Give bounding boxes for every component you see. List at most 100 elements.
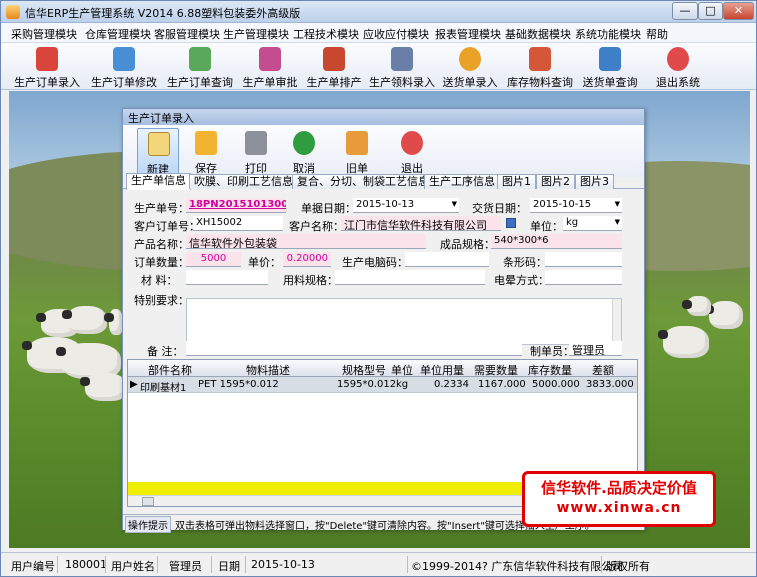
toolbar-order-edit-button[interactable]: 生产订单修改 <box>87 45 161 89</box>
col-spec[interactable]: 规格型号 <box>338 362 390 378</box>
memo-scrollbar[interactable] <box>612 299 621 344</box>
divider <box>601 556 602 573</box>
toolbar-delivery-entry-button[interactable]: 送货单录入 <box>439 45 501 89</box>
toolbar-exit-button[interactable]: 退出系统 <box>651 45 705 89</box>
maximize-button[interactable]: □ <box>698 2 723 20</box>
mat-spec-label: 用料规格： <box>283 274 338 287</box>
remark-field[interactable] <box>186 341 522 356</box>
doc-date-label: 单据日期： <box>301 202 356 215</box>
tab-order-info[interactable]: 生产单信息 <box>126 173 191 190</box>
barcode-field[interactable] <box>545 252 622 267</box>
col-stock[interactable]: 库存数量 <box>524 362 576 378</box>
pc-code-field[interactable] <box>405 252 489 267</box>
unit-select[interactable]: kg <box>563 216 622 231</box>
cust-name-label: 客户名称： <box>289 220 344 233</box>
menu-warehouse[interactable]: 仓库管理模块 <box>85 26 151 42</box>
toolbar-material-pick-button[interactable]: 生产领料录入 <box>367 45 437 89</box>
toolbar-label: 送货单查询 <box>582 76 638 89</box>
cell-spec[interactable]: 1595*0.012 <box>337 379 396 390</box>
save-button[interactable]: 保存 <box>185 128 227 175</box>
tab-image1[interactable]: 图片1 <box>497 174 536 189</box>
qty-label: 订单数量： <box>134 256 189 269</box>
cust-order-field[interactable]: XH15002 <box>193 216 283 231</box>
stamp-url: www.xinwa.cn <box>556 500 682 516</box>
order-no-field[interactable]: 18PN20151013001 <box>186 198 286 213</box>
price-field[interactable]: 0.20000 <box>283 252 331 267</box>
toolbar-delivery-query-button[interactable]: 送货单查询 <box>579 45 641 89</box>
menu-service[interactable]: 客服管理模块 <box>154 26 220 42</box>
close-button[interactable]: ✕ <box>723 2 754 20</box>
old-order-button[interactable]: 旧单 <box>336 128 378 175</box>
sheep <box>62 306 107 334</box>
special-textarea[interactable] <box>186 298 622 345</box>
tab-laminate-cut-bag[interactable]: 复合、分切、制袋工艺信息 <box>292 174 434 189</box>
qty-field[interactable]: 5000 <box>186 252 241 267</box>
tab-strip: 生产单信息 吹膜、印刷工艺信息 复合、分切、制袋工艺信息 生产工序信息 图片1 … <box>123 173 644 190</box>
exit-button[interactable]: 退出 <box>391 128 433 175</box>
cell-desc[interactable]: PET 1595*0.012 <box>198 379 279 390</box>
tab-process[interactable]: 生产工序信息 <box>424 174 500 189</box>
toolbar-label: 生产订单修改 <box>91 76 157 89</box>
product-field[interactable]: 信华软件外包装袋 <box>186 234 426 249</box>
minimize-button[interactable]: — <box>672 2 698 20</box>
divider <box>211 556 212 573</box>
tab-film-print[interactable]: 吹膜、印刷工艺信息 <box>189 174 298 189</box>
maker-label: 制单员： <box>530 345 574 358</box>
menu-purchase[interactable]: 采购管理模块 <box>11 26 77 42</box>
delivery-date-field[interactable]: 2015-10-15 <box>530 198 622 213</box>
col-part[interactable]: 部件名称 <box>144 362 196 378</box>
title-bar: 信华ERP生产管理系统 V2014 6.88塑料包装委外高级版 — □ ✕ <box>1 1 756 23</box>
col-diff[interactable]: 差额 <box>578 362 628 378</box>
customer-lookup-icon[interactable] <box>506 218 516 228</box>
new-button[interactable]: 新建 <box>137 128 179 176</box>
stack-field[interactable] <box>545 270 622 285</box>
divider <box>157 556 158 573</box>
menu-help[interactable]: 帮助 <box>646 26 668 42</box>
col-unit[interactable]: 单位 <box>390 362 414 378</box>
status-bar: 用户编号 180001 用户姓名 管理员 日期 2015-10-13 ©1999… <box>1 552 756 576</box>
cell-stock[interactable]: 5000.000 <box>532 379 580 390</box>
user-name-label: 用户姓名 <box>111 560 155 573</box>
spec-field[interactable]: 540*300*6 <box>491 234 622 249</box>
material-field[interactable] <box>186 270 268 285</box>
col-need[interactable]: 需要数量 <box>470 362 522 378</box>
mat-spec-field[interactable] <box>335 270 485 285</box>
cell-diff[interactable]: 3833.000 <box>586 379 634 390</box>
row-marker-icon: ▶ <box>130 379 138 390</box>
cell-need[interactable]: 1167.000 <box>478 379 526 390</box>
tab-image2[interactable]: 图片2 <box>536 174 575 189</box>
toolbar-order-query-button[interactable]: 生产订单查询 <box>162 45 238 89</box>
print-button[interactable]: 打印 <box>235 128 277 175</box>
toolbar-approve-button[interactable]: 生产单审批 <box>239 45 301 89</box>
col-usage[interactable]: 单位用量 <box>416 362 468 378</box>
exit-icon <box>401 131 423 155</box>
delivery-query-icon <box>599 47 621 71</box>
table-row[interactable]: ▶ 印刷基材1 PET 1595*0.012 1595*0.012 kg 0.2… <box>128 377 637 394</box>
tab-image3[interactable]: 图片3 <box>575 174 614 189</box>
cust-name-field[interactable]: 江门市信华软件科技有限公司 <box>341 216 501 231</box>
window-title: 信华ERP生产管理系统 V2014 6.88塑料包装委外高级版 <box>25 7 301 20</box>
menu-basedata[interactable]: 基础数据模块 <box>505 26 571 42</box>
barcode-label: 条形码： <box>503 256 547 269</box>
delivery-date-label: 交货日期： <box>472 202 527 215</box>
toolbar-stock-query-button[interactable]: 库存物料查询 <box>504 45 576 89</box>
cell-usage[interactable]: 0.2334 <box>434 379 469 390</box>
doc-date-field[interactable]: 2015-10-13 <box>353 198 459 213</box>
menu-receivable[interactable]: 应收应付模块 <box>363 26 429 42</box>
feather-icon <box>529 47 551 71</box>
cancel-button[interactable]: 取消 <box>283 128 325 175</box>
menu-report[interactable]: 报表管理模块 <box>435 26 501 42</box>
menu-system[interactable]: 系统功能模块 <box>575 26 641 42</box>
col-desc[interactable]: 物料描述 <box>200 362 336 378</box>
pen-edit-icon <box>113 47 135 71</box>
toolbar-order-entry-button[interactable]: 生产订单录入 <box>9 45 85 89</box>
toolbar-schedule-button[interactable]: 生产单排产 <box>303 45 365 89</box>
scroll-thumb[interactable] <box>142 497 154 506</box>
menu-engineering[interactable]: 工程技术模块 <box>293 26 359 42</box>
maker-field[interactable]: 管理员 <box>569 341 622 356</box>
pdf-document-icon <box>36 47 58 71</box>
cell-part[interactable]: 印刷基材1 <box>140 379 186 394</box>
cell-unit[interactable]: kg <box>396 379 408 390</box>
menu-production[interactable]: 生产管理模块 <box>223 26 289 42</box>
brand-stamp: 信华软件.品质决定价值 www.xinwa.cn <box>522 471 716 527</box>
